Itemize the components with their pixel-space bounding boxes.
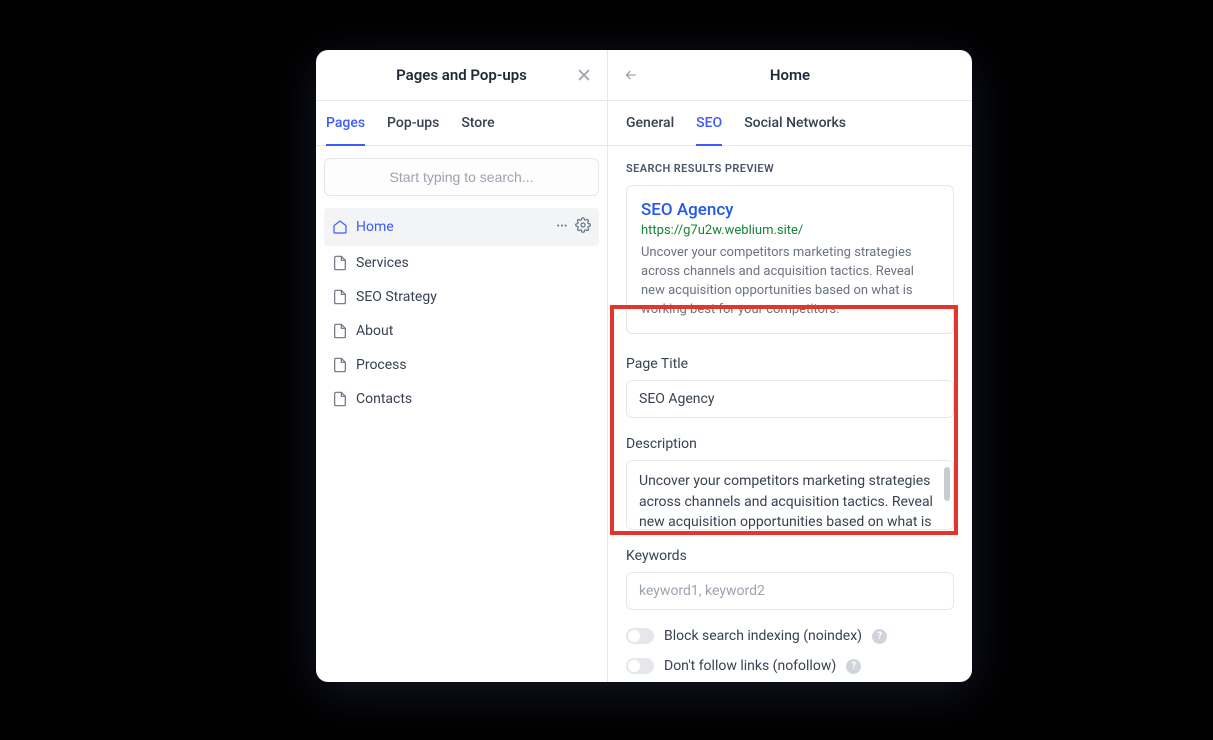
tab-general[interactable]: General bbox=[626, 101, 674, 145]
more-icon[interactable]: ··· bbox=[556, 218, 567, 236]
page-item-seo-strategy[interactable]: SEO Strategy bbox=[324, 280, 599, 314]
noindex-toggle[interactable] bbox=[626, 628, 654, 644]
page-item-process[interactable]: Process bbox=[324, 348, 599, 382]
page-list: Home ··· Services SEO Strategy bbox=[316, 208, 607, 416]
tab-popups[interactable]: Pop-ups bbox=[387, 101, 439, 145]
noindex-label: Block search indexing (noindex) bbox=[664, 628, 862, 644]
back-icon[interactable] bbox=[622, 66, 640, 84]
description-input[interactable] bbox=[627, 461, 953, 529]
page-icon bbox=[332, 255, 348, 271]
page-item-label: Process bbox=[356, 357, 407, 373]
gear-icon[interactable] bbox=[575, 217, 591, 237]
preview-title: SEO Agency bbox=[641, 200, 939, 220]
pages-panel-header: Pages and Pop-ups bbox=[316, 50, 607, 101]
page-item-home[interactable]: Home ··· bbox=[324, 208, 599, 246]
pages-panel: Pages and Pop-ups Pages Pop-ups Store Ho… bbox=[316, 50, 608, 682]
keywords-input[interactable] bbox=[626, 572, 954, 610]
keywords-label: Keywords bbox=[626, 548, 954, 564]
description-field: Description bbox=[626, 436, 954, 530]
page-item-about[interactable]: About bbox=[324, 314, 599, 348]
preview-section-label: SEARCH RESULTS PREVIEW bbox=[626, 162, 954, 175]
search-input[interactable] bbox=[324, 158, 599, 196]
pages-panel-title: Pages and Pop-ups bbox=[396, 66, 527, 84]
settings-header: Home bbox=[608, 50, 972, 101]
tab-store[interactable]: Store bbox=[461, 101, 494, 145]
tab-seo[interactable]: SEO bbox=[696, 101, 722, 145]
scrollbar[interactable] bbox=[944, 467, 950, 501]
search-wrap bbox=[316, 146, 607, 208]
page-item-services[interactable]: Services bbox=[324, 246, 599, 280]
nofollow-toggle-row: Don't follow links (nofollow) ? bbox=[626, 658, 954, 674]
tab-social-networks[interactable]: Social Networks bbox=[744, 101, 846, 145]
page-icon bbox=[332, 391, 348, 407]
page-title-input[interactable] bbox=[626, 380, 954, 418]
page-icon bbox=[332, 323, 348, 339]
page-title-field: Page Title bbox=[626, 356, 954, 418]
search-preview-card: SEO Agency https://g7u2w.weblium.site/ U… bbox=[626, 185, 954, 334]
noindex-toggle-row: Block search indexing (noindex) ? bbox=[626, 628, 954, 644]
page-title-label: Page Title bbox=[626, 356, 954, 372]
page-item-actions: ··· bbox=[556, 217, 591, 237]
nofollow-toggle[interactable] bbox=[626, 658, 654, 674]
page-item-label: About bbox=[356, 323, 393, 339]
close-icon[interactable] bbox=[575, 66, 593, 84]
page-item-label: Contacts bbox=[356, 391, 412, 407]
description-wrap bbox=[626, 460, 954, 530]
help-icon[interactable]: ? bbox=[846, 659, 861, 674]
settings-tabs: General SEO Social Networks bbox=[608, 101, 972, 146]
page-icon bbox=[332, 289, 348, 305]
page-item-label: SEO Strategy bbox=[356, 289, 437, 305]
page-item-label: Services bbox=[356, 255, 409, 271]
pages-tabs: Pages Pop-ups Store bbox=[316, 101, 607, 146]
home-icon bbox=[332, 219, 348, 235]
page-item-label: Home bbox=[356, 219, 394, 235]
settings-title: Home bbox=[770, 66, 810, 84]
help-icon[interactable]: ? bbox=[872, 629, 887, 644]
page-icon bbox=[332, 357, 348, 373]
app-window: Pages and Pop-ups Pages Pop-ups Store Ho… bbox=[316, 50, 972, 682]
preview-url: https://g7u2w.weblium.site/ bbox=[641, 223, 939, 238]
settings-panel: Home General SEO Social Networks SEARCH … bbox=[608, 50, 972, 682]
settings-content: SEARCH RESULTS PREVIEW SEO Agency https:… bbox=[608, 146, 972, 682]
keywords-field: Keywords bbox=[626, 548, 954, 610]
page-item-contacts[interactable]: Contacts bbox=[324, 382, 599, 416]
description-label: Description bbox=[626, 436, 954, 452]
nofollow-label: Don't follow links (nofollow) bbox=[664, 658, 836, 674]
tab-pages[interactable]: Pages bbox=[326, 101, 365, 145]
preview-description: Uncover your competitors marketing strat… bbox=[641, 244, 939, 319]
